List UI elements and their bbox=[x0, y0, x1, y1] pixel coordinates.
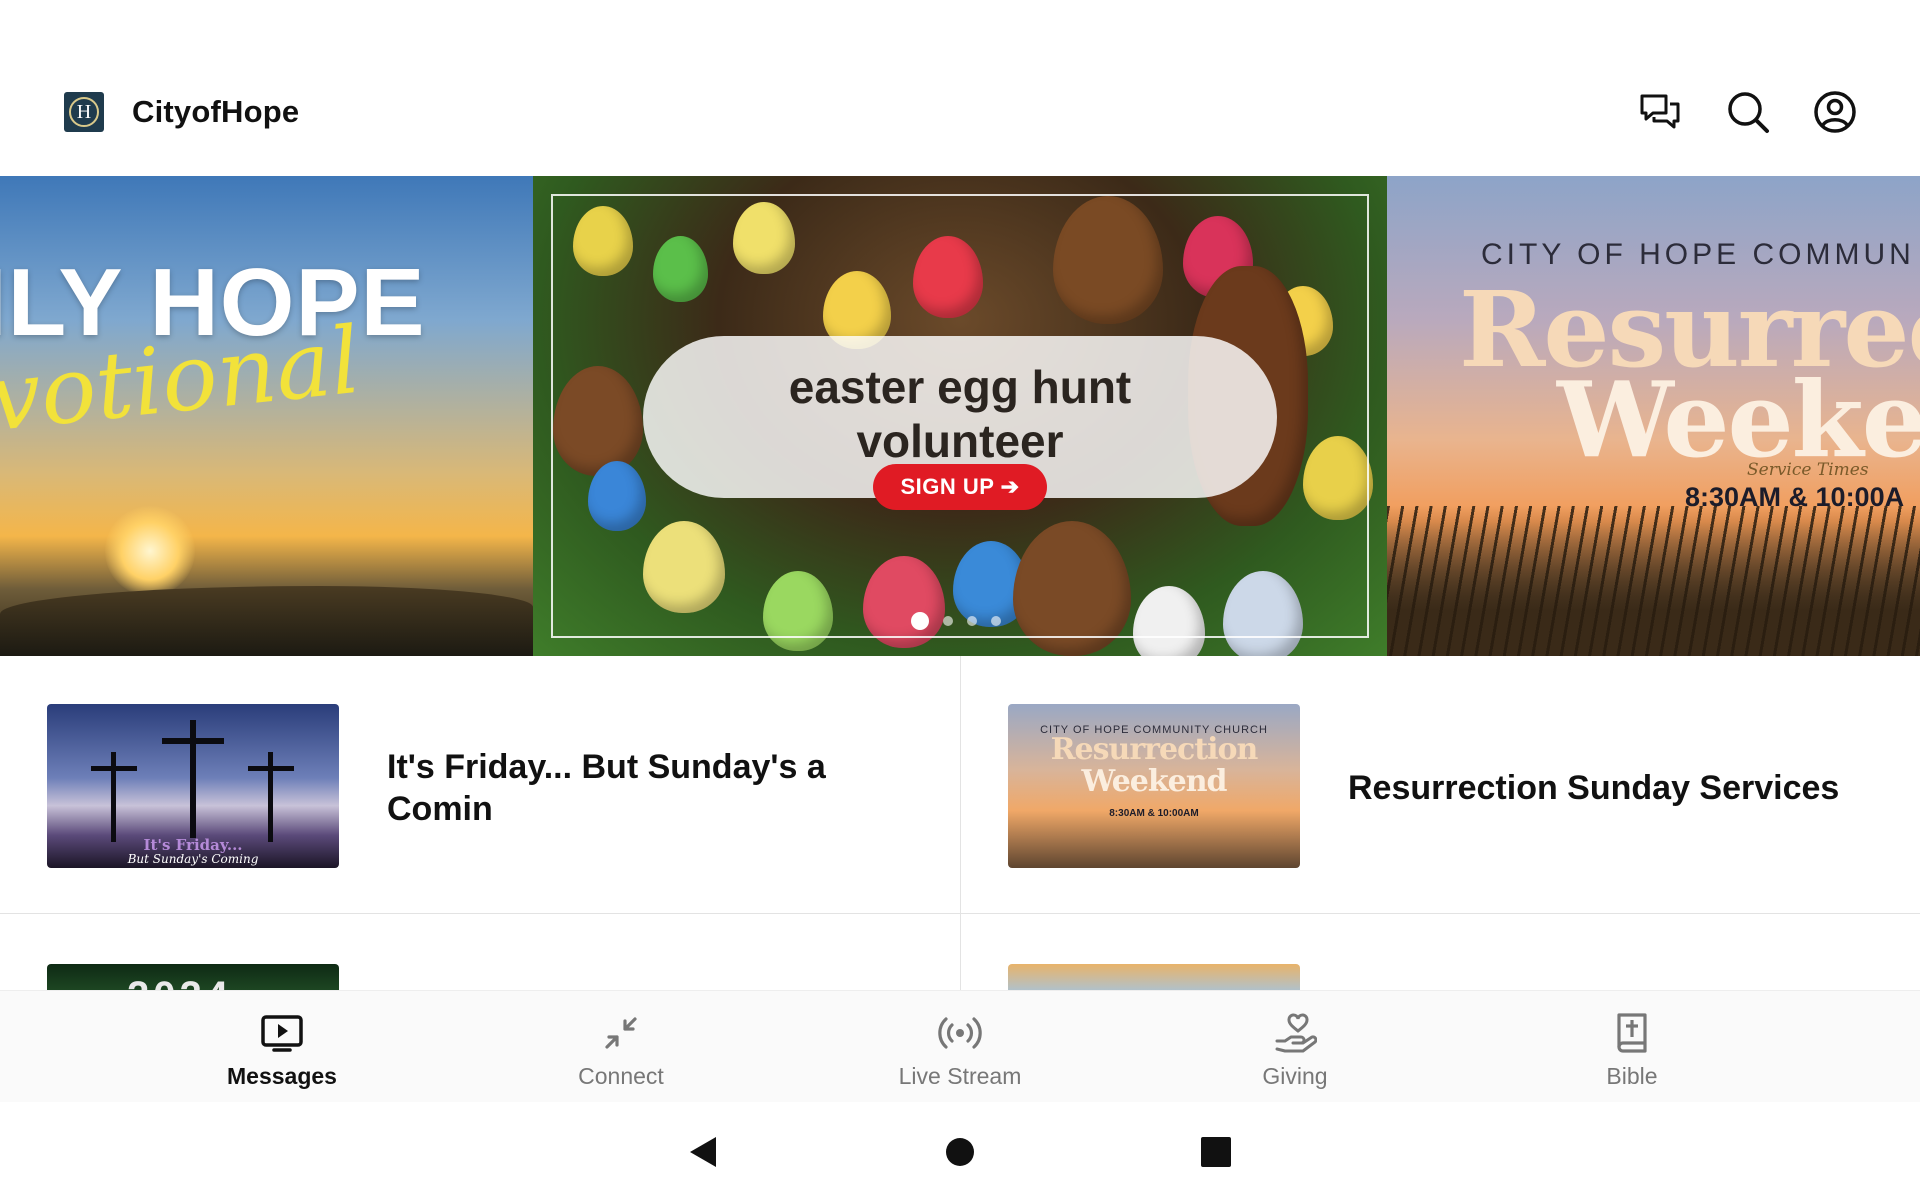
tv-play-icon bbox=[261, 1015, 303, 1052]
carousel-dot-active[interactable] bbox=[911, 612, 929, 630]
logo-letter: H bbox=[69, 97, 99, 127]
bottom-navigation: Messages Connect Live Stream Giving Bibl… bbox=[0, 990, 1920, 1102]
system-back-button[interactable] bbox=[675, 1124, 731, 1180]
app-title: CityofHope bbox=[132, 94, 300, 129]
nav-tab-label: Bible bbox=[1606, 1063, 1658, 1089]
cross-graphic bbox=[91, 766, 137, 771]
broadcast-icon bbox=[938, 1017, 982, 1049]
thumbnail-headline: Resurrection bbox=[1050, 732, 1259, 767]
thumbnail-text: 2024 bbox=[127, 974, 232, 990]
hills-graphic bbox=[0, 586, 533, 656]
nav-tab-label: Live Stream bbox=[898, 1063, 1022, 1089]
church-logo: H bbox=[64, 92, 104, 132]
message-thumbnail: CITY OF HOPE COMMUNITY CHURCH Resurrecti… bbox=[1008, 704, 1300, 868]
list-item-thumbnail-partial[interactable]: 2024 bbox=[47, 964, 339, 990]
nav-tab-label: Giving bbox=[1262, 1063, 1328, 1089]
nav-tab-label: Messages bbox=[227, 1063, 337, 1089]
nav-tab-giving[interactable]: Giving bbox=[1175, 991, 1415, 1103]
message-title: Resurrection Sunday Services bbox=[1348, 769, 1840, 807]
message-thumbnail: It's Friday... But Sunday's Coming bbox=[47, 704, 339, 868]
account-button[interactable] bbox=[1811, 88, 1859, 136]
nav-tab-connect[interactable]: Connect bbox=[501, 991, 741, 1103]
message-title: It's Friday... But Sunday's a Comin bbox=[387, 748, 826, 828]
sun-graphic bbox=[105, 506, 195, 596]
banner-carousel[interactable]: ILY HOPE votional easter egg hunt volunt… bbox=[0, 176, 1920, 656]
bible-icon bbox=[1617, 1013, 1647, 1053]
carousel-slide-resurrection[interactable]: CITY OF HOPE COMMUN Resurrec Weeke Servi… bbox=[1387, 176, 1920, 656]
minimize-arrows-icon bbox=[605, 1017, 637, 1049]
chat-button[interactable] bbox=[1636, 88, 1684, 136]
grass-graphic bbox=[1387, 506, 1920, 656]
app-header: H CityofHope bbox=[0, 0, 1920, 176]
service-times-value: 8:30AM & 10:00A bbox=[1685, 482, 1905, 512]
account-icon bbox=[1814, 91, 1856, 133]
hand-heart-icon bbox=[1275, 1013, 1317, 1053]
system-home-button[interactable] bbox=[932, 1124, 988, 1180]
slide-church-name: CITY OF HOPE COMMUN bbox=[1481, 238, 1915, 271]
carousel-slide-easter[interactable]: easter egg hunt volunteer SIGN UP ➔ bbox=[533, 176, 1387, 656]
back-icon bbox=[690, 1137, 716, 1167]
carousel-dot[interactable] bbox=[943, 616, 953, 626]
carousel-slide-devotional[interactable]: ILY HOPE votional bbox=[0, 176, 533, 656]
list-item[interactable]: CITY OF HOPE COMMUNITY CHURCH Resurrecti… bbox=[961, 656, 1920, 913]
home-icon bbox=[946, 1138, 974, 1166]
cross-graphic bbox=[248, 766, 294, 771]
sign-up-button[interactable]: SIGN UP ➔ bbox=[873, 464, 1047, 510]
nav-tab-messages[interactable]: Messages bbox=[162, 991, 402, 1103]
system-navigation-bar bbox=[0, 1102, 1920, 1200]
search-button[interactable] bbox=[1724, 88, 1772, 136]
service-times-label: Service Times bbox=[1747, 460, 1869, 480]
slide-headline: easter egg hunt bbox=[788, 361, 1132, 413]
slide-subheadline: volunteer bbox=[856, 415, 1064, 467]
message-list: It's Friday... But Sunday's Coming It's … bbox=[0, 656, 1920, 990]
chat-icon bbox=[1640, 94, 1680, 129]
recents-icon bbox=[1201, 1137, 1231, 1167]
thumbnail-subheadline: Weekend bbox=[1081, 764, 1227, 799]
thumbnail-times: 8:30AM & 10:00AM bbox=[1109, 808, 1199, 819]
list-item-thumbnail-partial[interactable] bbox=[1008, 964, 1300, 990]
thumbnail-subcaption: But Sunday's Coming bbox=[127, 852, 259, 866]
list-item[interactable]: It's Friday... But Sunday's Coming It's … bbox=[0, 656, 960, 913]
search-icon bbox=[1728, 92, 1769, 133]
carousel-pagination bbox=[911, 612, 1001, 630]
cross-graphic bbox=[162, 738, 224, 744]
nav-tab-bible[interactable]: Bible bbox=[1512, 991, 1752, 1103]
carousel-dot[interactable] bbox=[967, 616, 977, 626]
nav-tab-label: Connect bbox=[578, 1063, 664, 1089]
carousel-dot[interactable] bbox=[991, 616, 1001, 626]
row-divider bbox=[0, 913, 1920, 914]
nav-tab-live-stream[interactable]: Live Stream bbox=[840, 991, 1080, 1103]
system-recents-button[interactable] bbox=[1188, 1124, 1244, 1180]
